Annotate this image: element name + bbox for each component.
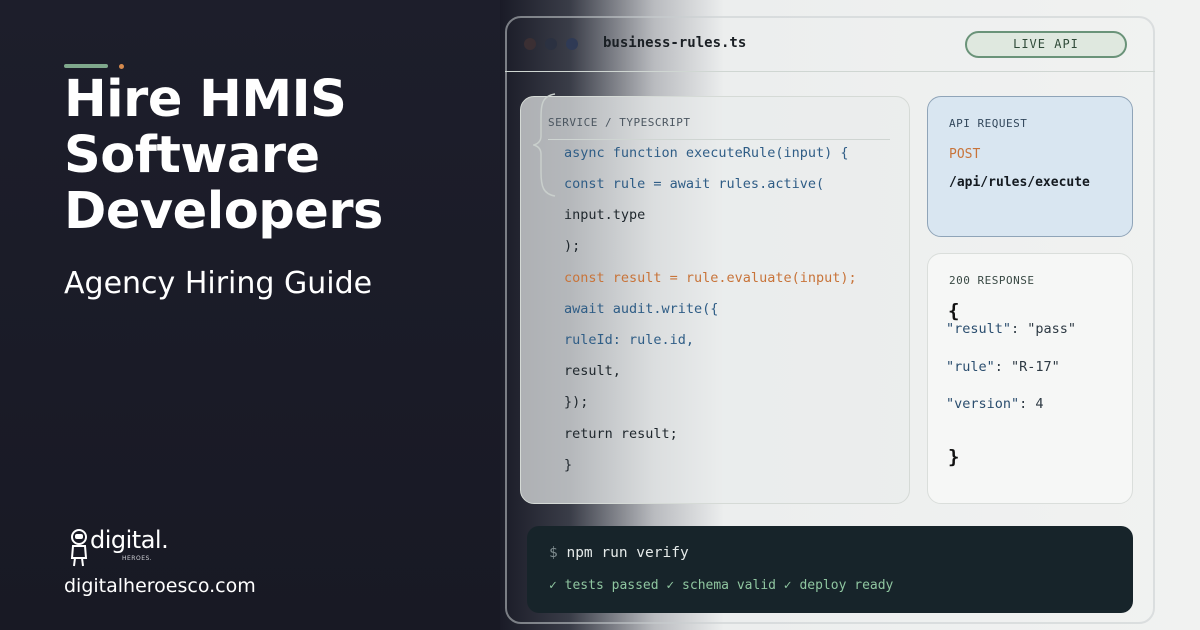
code-line: async function executeRule(input) { (564, 145, 849, 161)
site-url[interactable]: digitalheroesco.com (64, 575, 256, 597)
response-key: "version" (946, 396, 1020, 412)
brand-logo[interactable]: digital. HEROES. (70, 526, 210, 570)
response-value: : "R-17" (994, 359, 1060, 375)
terminal-command: npm run verify (566, 545, 689, 561)
api-path: /api/rules/execute (949, 175, 1090, 190)
logo-wordmark: digital. (90, 526, 169, 554)
response-row: "rule": "R-17" (946, 359, 1060, 375)
code-line: const result = rule.evaluate(input); (564, 270, 857, 286)
code-line: input.type (564, 207, 646, 223)
headline: Hire HMIS Software Developers (64, 70, 383, 241)
logo-subtext: HEROES. (122, 555, 153, 562)
window-dot-maximize[interactable] (566, 38, 578, 50)
accent-dot (119, 64, 124, 69)
code-line: } (564, 457, 573, 473)
code-line: result, (564, 363, 621, 379)
response-row: "result": "pass" (946, 321, 1076, 337)
file-name: business-rules.ts (603, 35, 747, 51)
accent-bar (64, 64, 108, 68)
api-request-label: API REQUEST (949, 117, 1028, 130)
subtitle: Agency Hiring Guide (64, 266, 373, 301)
response-key: "rule" (946, 359, 995, 375)
window-dot-minimize[interactable] (545, 38, 557, 50)
terminal-panel (527, 526, 1133, 613)
http-method: POST (949, 147, 981, 162)
response-key: "result" (946, 321, 1012, 337)
response-label: 200 RESPONSE (949, 274, 1035, 287)
code-line: ); (564, 238, 581, 254)
terminal-prompt: $ (549, 545, 558, 561)
response-open-brace: { (948, 300, 960, 322)
astronaut-icon (70, 529, 88, 567)
live-api-badge[interactable]: LIVE API (965, 31, 1127, 58)
code-line: ruleId: rule.id, (564, 332, 695, 348)
code-label: SERVICE / TYPESCRIPT (548, 116, 691, 129)
response-value: : "pass" (1011, 321, 1077, 337)
code-line: const rule = await rules.active( (564, 176, 825, 192)
response-close-brace: } (948, 446, 960, 468)
terminal-command-line: $ npm run verify (549, 545, 689, 561)
response-row: "version": 4 (946, 396, 1044, 412)
code-line: }); (564, 394, 589, 410)
response-value: : 4 (1019, 396, 1044, 412)
terminal-status: ✓ tests passed ✓ schema valid ✓ deploy r… (549, 578, 894, 593)
code-divider (548, 139, 890, 140)
window-dot-close[interactable] (524, 38, 536, 50)
code-line: return result; (564, 426, 678, 442)
code-line: await audit.write({ (564, 301, 719, 317)
